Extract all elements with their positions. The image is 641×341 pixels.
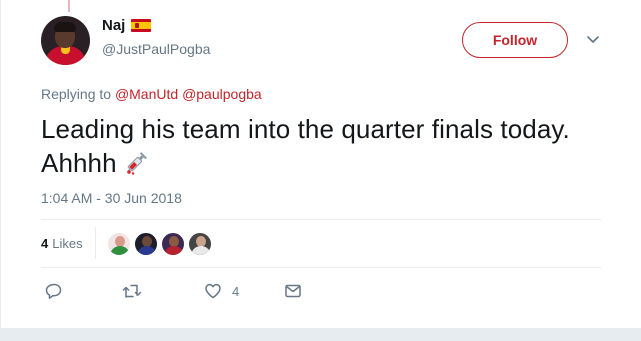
envelope-icon <box>285 284 301 298</box>
tweet-card: Naj @JustPaulPogba Follow Replying to @M… <box>0 0 641 328</box>
spain-flag-icon <box>131 19 152 32</box>
reply-button[interactable] <box>45 282 63 300</box>
like-count: 4 <box>232 283 240 299</box>
reply-icon <box>45 283 62 299</box>
liker-avatar[interactable] <box>107 232 131 256</box>
like-button[interactable]: 4 <box>204 282 239 300</box>
divider <box>41 267 601 268</box>
author-name-row[interactable]: Naj <box>102 17 152 34</box>
mention-link[interactable]: @ManUtd <box>115 86 178 102</box>
follow-button[interactable]: Follow <box>462 22 568 58</box>
author-avatar[interactable] <box>41 16 90 65</box>
tweet-text-content: Leading his team into the quarter finals… <box>41 114 570 178</box>
syringe-icon <box>126 152 147 175</box>
thread-connector-line <box>68 0 70 12</box>
direct-message-button[interactable] <box>284 282 302 300</box>
liker-avatar[interactable] <box>188 232 212 256</box>
author-display-name[interactable]: Naj <box>102 17 125 34</box>
liker-avatar[interactable] <box>134 232 158 256</box>
tweet-timestamp[interactable]: 1:04 AM - 30 Jun 2018 <box>41 190 182 206</box>
likes-count-link[interactable]: 4 Likes <box>41 236 83 251</box>
author-handle[interactable]: @JustPaulPogba <box>102 41 210 57</box>
vertical-divider <box>95 227 96 259</box>
heart-icon <box>205 283 221 299</box>
liker-avatar[interactable] <box>161 232 185 256</box>
likes-label: Likes <box>52 236 83 251</box>
retweet-icon <box>122 284 142 298</box>
likes-count: 4 <box>41 236 49 251</box>
replying-to-line: Replying to @ManUtd @paulpogba <box>41 86 262 102</box>
likers-avatar-list <box>107 232 212 256</box>
divider <box>41 219 601 220</box>
replying-prefix: Replying to <box>41 86 112 102</box>
retweet-button[interactable] <box>122 282 142 300</box>
mention-link[interactable]: @paulpogba <box>182 86 262 102</box>
chevron-down-icon[interactable] <box>586 33 600 47</box>
tweet-text: Leading his team into the quarter finals… <box>41 112 621 180</box>
